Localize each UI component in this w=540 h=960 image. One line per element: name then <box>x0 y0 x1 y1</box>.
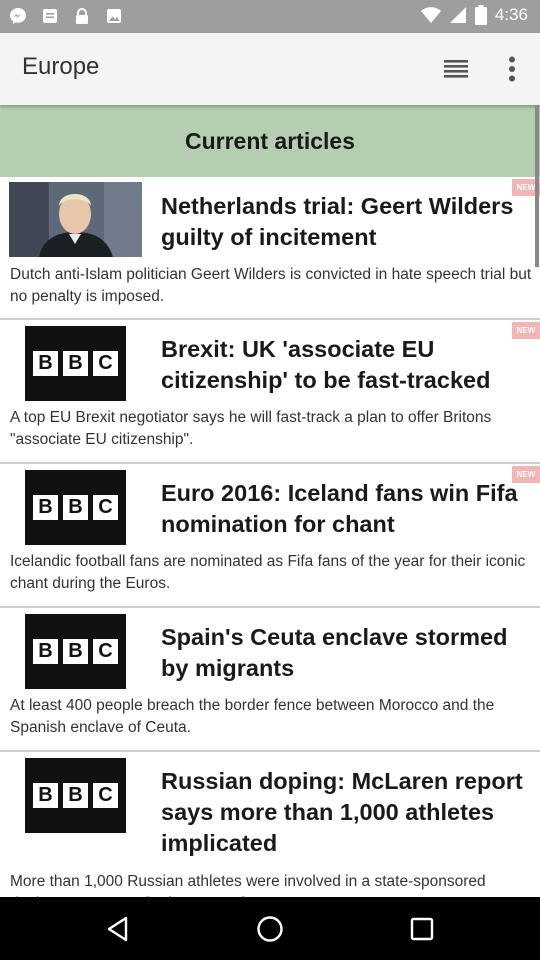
messenger-icon <box>8 6 28 26</box>
new-badge: NEW <box>512 322 540 339</box>
bbc-logo: BBC <box>25 326 126 401</box>
article-headline: Euro 2016: Iceland fans win Fifa nominat… <box>161 480 518 537</box>
signal-icon <box>449 7 466 23</box>
status-time: 4:36 <box>494 5 528 24</box>
article-item[interactable]: Netherlands trial: Geert Wilders guilty … <box>0 177 540 320</box>
back-icon <box>107 916 128 942</box>
status-bar: 4:36 <box>0 0 540 33</box>
wifi-icon <box>420 7 441 23</box>
bbc-logo: BBC <box>25 470 126 545</box>
article-item[interactable]: BBC Russian doping: McLaren report says … <box>0 752 540 897</box>
article-headline: Netherlands trial: Geert Wilders guilty … <box>161 193 514 250</box>
article-photo <box>9 182 142 257</box>
article-headline: Spain's Ceuta enclave stormed by migrant… <box>161 624 508 681</box>
app-title: Europe <box>22 53 100 80</box>
app-bar: Europe <box>0 33 540 105</box>
article-summary: More than 1,000 Russian athletes were in… <box>10 873 486 897</box>
navigation-bar <box>0 897 540 960</box>
back-button[interactable] <box>101 912 135 946</box>
article-summary: At least 400 people breach the border fe… <box>10 697 495 736</box>
list-view-button[interactable] <box>440 53 472 85</box>
recents-button[interactable] <box>405 912 439 946</box>
bbc-logo: BBC <box>25 614 126 689</box>
more-options-button[interactable] <box>498 53 526 85</box>
article-item[interactable]: BBC Brexit: UK 'associate EU citizenship… <box>0 320 540 464</box>
new-badge: NEW <box>512 466 540 483</box>
article-item[interactable]: BBC Spain's Ceuta enclave stormed by mig… <box>0 608 540 752</box>
article-summary: A top EU Brexit negotiator says he will … <box>10 409 492 448</box>
scrollbar-thumb[interactable] <box>535 105 539 267</box>
article-list[interactable]: Netherlands trial: Geert Wilders guilty … <box>0 177 540 897</box>
list-view-icon <box>444 60 468 78</box>
photo-icon <box>104 6 124 26</box>
article-headline: Russian doping: McLaren report says more… <box>161 768 523 856</box>
status-right: 4:36 <box>420 5 528 25</box>
bbc-logo: BBC <box>25 758 126 833</box>
battery-icon <box>474 5 487 25</box>
section-header: Current articles <box>0 105 540 177</box>
recents-icon <box>410 917 434 941</box>
article-summary: Icelandic football fans are nominated as… <box>10 553 526 592</box>
more-vert-icon <box>509 56 515 82</box>
article-item[interactable]: BBC Euro 2016: Iceland fans win Fifa nom… <box>0 464 540 608</box>
notification-icon <box>40 6 60 26</box>
section-title: Current articles <box>184 127 355 154</box>
lock-icon <box>72 6 92 26</box>
home-icon <box>257 916 283 942</box>
home-button[interactable] <box>253 912 287 946</box>
article-summary: Dutch anti-Islam politician Geert Wilder… <box>10 266 532 305</box>
article-headline: Brexit: UK 'associate EU citizenship' to… <box>161 336 491 393</box>
status-left-icons <box>8 6 124 26</box>
